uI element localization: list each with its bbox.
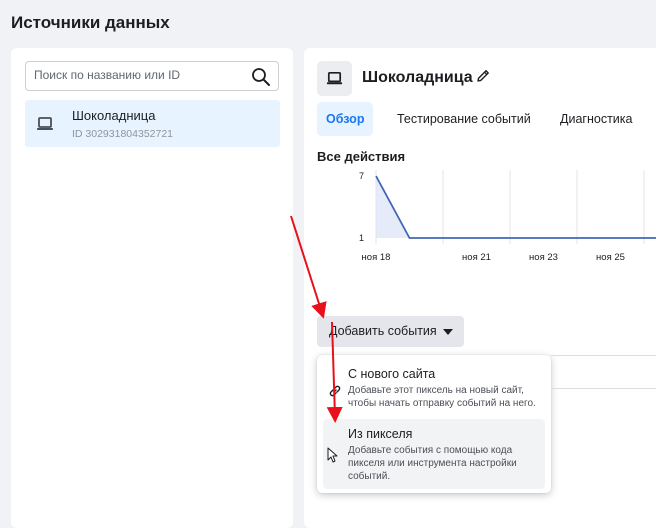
link-icon	[329, 385, 341, 397]
add-events-label: Добавить события	[329, 324, 437, 338]
menu-item-new-site[interactable]: С нового сайта Добавьте этот пиксель на …	[323, 360, 545, 418]
search-input[interactable]	[34, 68, 244, 82]
source-name: Шоколадница	[72, 108, 156, 123]
pixel-avatar	[317, 61, 352, 96]
tab-overview[interactable]: Обзор	[317, 102, 374, 136]
page-title: Источники данных	[11, 13, 170, 32]
pencil-icon[interactable]	[475, 68, 491, 84]
activity-chart: 17ноя 18ноя 21ноя 23ноя 25ноя 28	[344, 166, 656, 291]
source-id: ID 302931804352721	[72, 128, 174, 140]
tab-test-events[interactable]: Тестирование событий	[397, 102, 531, 136]
caret-down-icon	[443, 329, 453, 335]
chart-y-tick: 7	[359, 171, 364, 181]
chart-title: Все действия	[317, 149, 406, 164]
tab-diagnostics[interactable]: Диагностика	[560, 102, 632, 136]
search-field[interactable]	[25, 61, 279, 91]
menu-item-description: Добавьте этот пиксель на новый сайт, что…	[348, 385, 536, 409]
cursor-icon	[327, 447, 338, 463]
menu-item-title: С нового сайта	[348, 367, 436, 381]
laptop-icon	[37, 117, 53, 130]
menu-item-title: Из пикселя	[348, 427, 413, 441]
chart-area	[376, 176, 656, 238]
chart-x-tick: ноя 25	[596, 252, 625, 263]
chart-series-line	[375, 175, 656, 239]
menu-item-from-pixel[interactable]: Из пикселя Добавьте события с помощью ко…	[323, 419, 545, 489]
chart-x-tick: ноя 21	[462, 252, 491, 263]
add-events-button[interactable]: Добавить события	[317, 316, 464, 347]
activity-chart-svg: 17ноя 18ноя 21ноя 23ноя 25ноя 28	[359, 170, 656, 263]
source-list-item[interactable]: Шоколадница ID 302931804352721	[25, 100, 280, 147]
divider	[551, 388, 656, 389]
chart-y-tick: 1	[359, 233, 364, 243]
search-icon[interactable]	[251, 67, 271, 87]
chart-x-tick: ноя 18	[362, 252, 391, 263]
chart-x-tick: ноя 23	[529, 252, 558, 263]
laptop-icon	[326, 71, 343, 85]
sources-panel: Шоколадница ID 302931804352721	[11, 48, 293, 528]
add-events-menu: С нового сайта Добавьте этот пиксель на …	[317, 355, 551, 493]
divider	[551, 355, 656, 356]
pixel-title: Шоколадница	[362, 69, 473, 86]
menu-item-description: Добавьте события с помощью кода пикселя …	[348, 445, 517, 482]
